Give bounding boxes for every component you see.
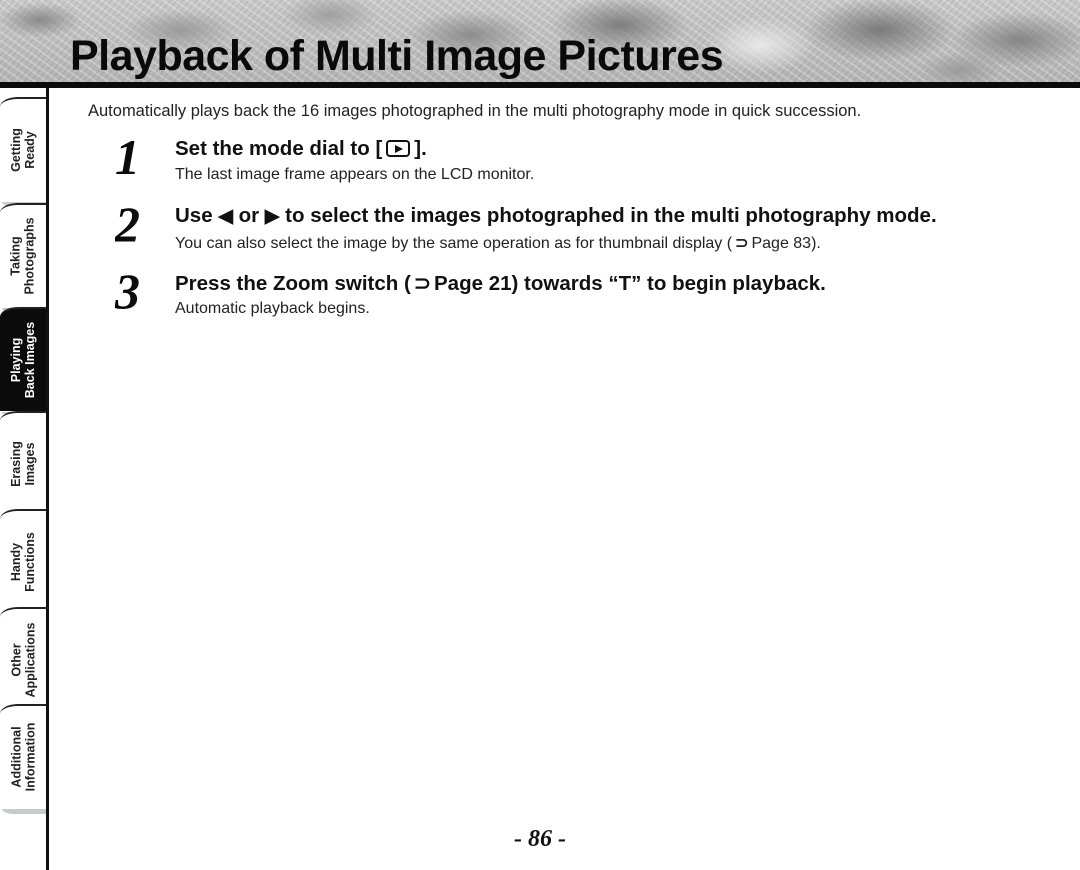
step-description: Automatic playback begins.: [175, 300, 370, 317]
tab-label: Playing Back Images: [9, 321, 37, 399]
page-title: Playback of Multi Image Pictures: [70, 32, 724, 80]
tab-label: Erasing Images: [8, 441, 37, 487]
header-rule: [0, 82, 1080, 88]
tab-other-applications[interactable]: Other Applications: [0, 607, 46, 717]
tab-label: Other Applications: [9, 622, 38, 698]
step-number-2: 2: [115, 199, 167, 249]
playback-mode-icon: [386, 140, 411, 157]
intro-text: Automatically plays back the 16 images p…: [88, 102, 862, 120]
tab-playing-back-images[interactable]: Playing Back Images: [0, 307, 46, 417]
tab-label: Additional Information: [9, 722, 37, 792]
step-number-3: 3: [115, 266, 167, 316]
page-reference-icon: ⊃: [413, 272, 431, 295]
step-description: The last image frame appears on the LCD …: [175, 166, 535, 183]
tab-taking-photographs[interactable]: Taking Photographs: [0, 203, 46, 313]
page-reference-icon: ⊃: [735, 235, 749, 252]
step-title: Set the mode dial to [].: [175, 137, 427, 160]
step-title: Press the Zoom switch (⊃ Page 21) towards…: [175, 272, 826, 295]
step-title: Use ◀ or ▶ to select the images photogra…: [175, 204, 937, 227]
page-reference-link[interactable]: Page 83: [751, 235, 811, 252]
tab-additional-information[interactable]: Additional Information: [0, 704, 46, 814]
tab-label: Getting Ready: [9, 128, 37, 172]
tab-spine: [46, 88, 49, 870]
step-description: You can also select the image by the sam…: [175, 235, 821, 252]
page-reference-link[interactable]: Page 21: [434, 272, 512, 295]
page-number: - 86 -: [514, 826, 566, 852]
tab-label: Handy Functions: [9, 532, 37, 592]
tab-label: Taking Photographs: [9, 217, 37, 295]
tab-handy-functions[interactable]: Handy Functions: [0, 509, 46, 619]
left-arrow-icon: ◀: [218, 206, 233, 227]
tab-erasing-images[interactable]: Erasing Images: [0, 411, 46, 521]
step-number-1: 1: [115, 132, 167, 182]
right-arrow-icon: ▶: [264, 206, 280, 227]
tab-getting-ready[interactable]: Getting Ready: [0, 97, 46, 207]
